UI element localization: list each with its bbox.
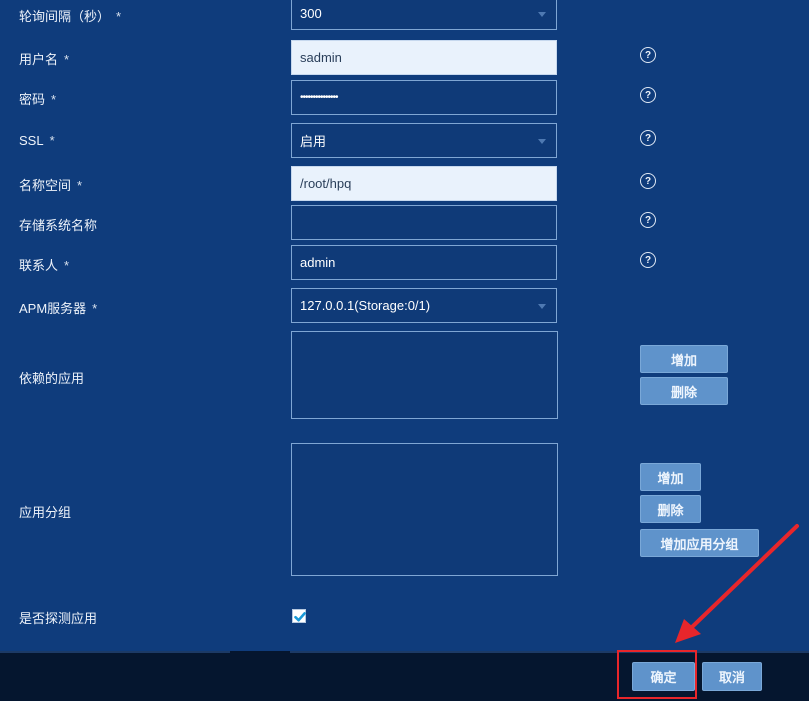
red-arrow-icon <box>675 524 799 643</box>
